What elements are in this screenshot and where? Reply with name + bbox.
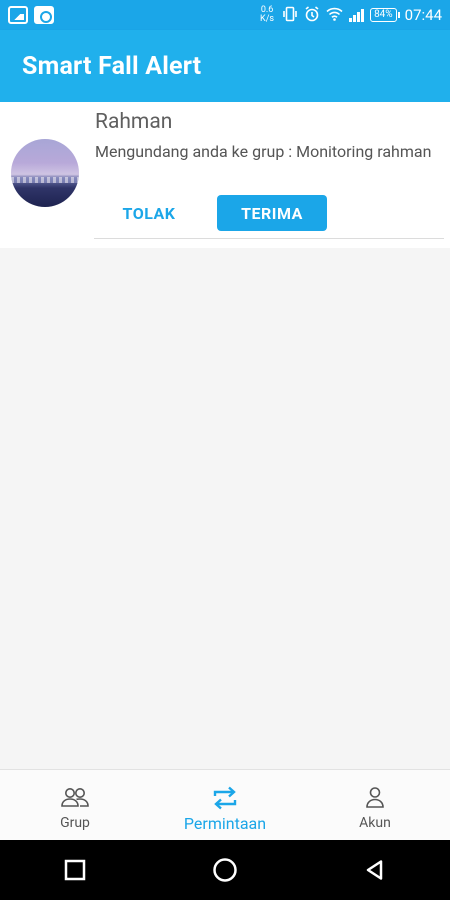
battery-level: 84% (374, 9, 393, 20)
status-bar: 0.6 K/s 84% 07:44 (0, 0, 450, 30)
nav-label-permintaan: Permintaan (183, 814, 267, 833)
back-button[interactable] (355, 850, 395, 890)
battery-icon: 84% (370, 8, 400, 22)
app-title: Smart Fall Alert (22, 51, 202, 81)
nav-label-akun: Akun (359, 815, 391, 831)
app-bar: Smart Fall Alert (0, 30, 450, 102)
status-time: 07:44 (404, 6, 442, 24)
alarm-icon (304, 5, 320, 25)
wifi-icon (326, 7, 343, 24)
status-notifications (8, 6, 54, 24)
home-icon (213, 858, 237, 882)
net-speed-unit: K/s (260, 14, 275, 24)
home-button[interactable] (205, 850, 245, 890)
system-nav-bar (0, 840, 450, 900)
nav-item-grup[interactable]: Grup (0, 770, 150, 840)
reject-button[interactable]: TOLAK (108, 195, 190, 231)
group-icon (61, 788, 89, 807)
nav-label-grup: Grup (60, 815, 90, 831)
request-sender-name: Rahman (95, 110, 173, 134)
net-speed: 0.6 K/s (258, 6, 276, 24)
signal-icon (349, 8, 365, 22)
image-icon (8, 6, 28, 24)
bottom-nav: Grup Permintaan Akun (0, 769, 450, 840)
nav-item-akun[interactable]: Akun (300, 770, 450, 840)
recents-button[interactable] (55, 850, 95, 890)
recents-icon (64, 859, 86, 881)
vibrate-icon (282, 6, 298, 25)
accept-button[interactable]: TERIMA (217, 195, 327, 231)
status-indicators: 0.6 K/s 84% 07:44 (258, 6, 442, 25)
sender-avatar (11, 139, 79, 207)
nav-item-permintaan[interactable]: Permintaan (150, 770, 300, 840)
card-divider (94, 238, 444, 239)
back-icon (366, 860, 383, 880)
swap-icon (213, 786, 237, 810)
app-notification-icon (34, 6, 54, 24)
request-message: Mengundang anda ke grup : Monitoring rah… (95, 142, 432, 161)
account-icon (366, 787, 384, 808)
